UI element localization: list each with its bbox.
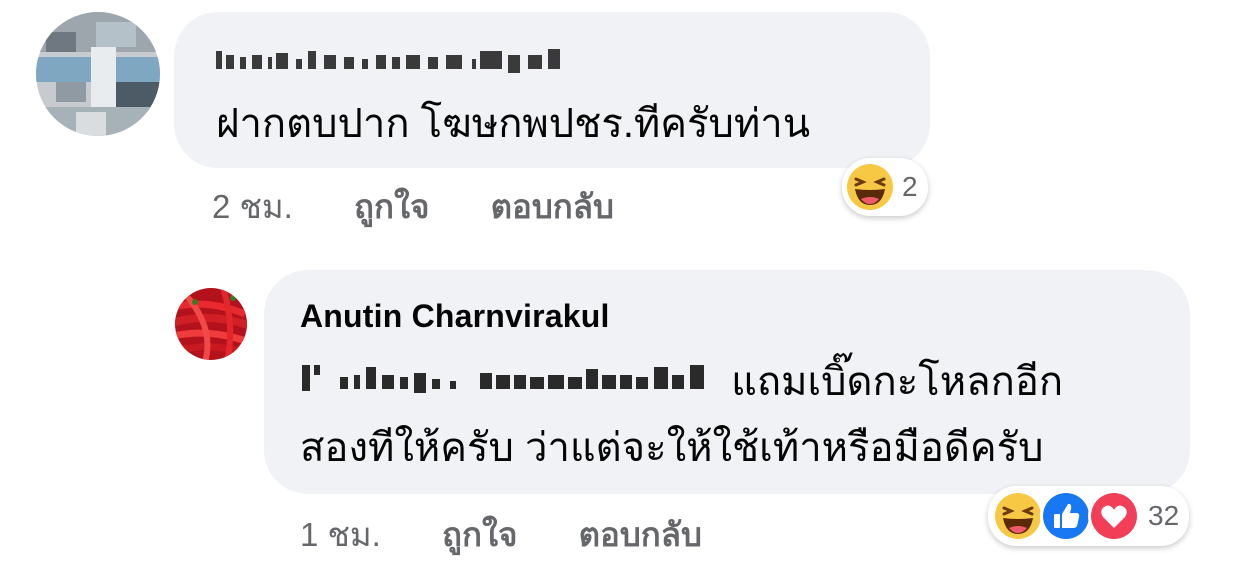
commenter-avatar[interactable] — [36, 12, 160, 136]
reply-button[interactable]: ตอบกลับ — [491, 188, 614, 225]
comment-text: ฝากตบปาก โฆษกพปชร.ทีครับท่าน — [216, 102, 811, 146]
like-button[interactable]: ถูกใจ — [442, 516, 517, 553]
reply-text-line1: แถมเบิ๊ดกะโหลกอีก — [731, 360, 1064, 404]
redacted-mention — [300, 352, 720, 416]
reaction-summary[interactable]: 2 — [842, 158, 928, 216]
reply-button[interactable]: ตอบกลับ — [579, 516, 702, 553]
reply-actions: 1 ชม. ถูกใจ ตอบกลับ — [300, 508, 754, 561]
page-avatar[interactable] — [175, 288, 247, 360]
reply-time[interactable]: 1 ชม. — [300, 516, 381, 553]
like-button[interactable]: ถูกใจ — [354, 188, 429, 225]
comment-author[interactable] — [216, 42, 576, 81]
reply-text: แถมเบิ๊ดกะโหลกอีก สองทีให้ครับ ว่าแต่จะใ… — [300, 350, 1160, 480]
redacted-name — [216, 44, 576, 81]
haha-icon — [992, 490, 1044, 542]
comment-time[interactable]: 2 ชม. — [212, 188, 293, 225]
reply-text-line2: สองทีให้ครับ ว่าแต่จะให้ใช้เท้าหรือมือดี… — [300, 426, 1044, 471]
like-icon — [1040, 490, 1092, 542]
reaction-count: 32 — [1148, 500, 1180, 531]
reaction-summary[interactable]: 32 — [988, 486, 1190, 546]
love-icon — [1088, 490, 1140, 542]
reply-author[interactable]: Anutin Charnvirakul — [300, 298, 610, 335]
reaction-count: 2 — [902, 171, 918, 202]
haha-icon — [846, 163, 894, 211]
comment-actions: 2 ชม. ถูกใจ ตอบกลับ — [212, 180, 666, 233]
